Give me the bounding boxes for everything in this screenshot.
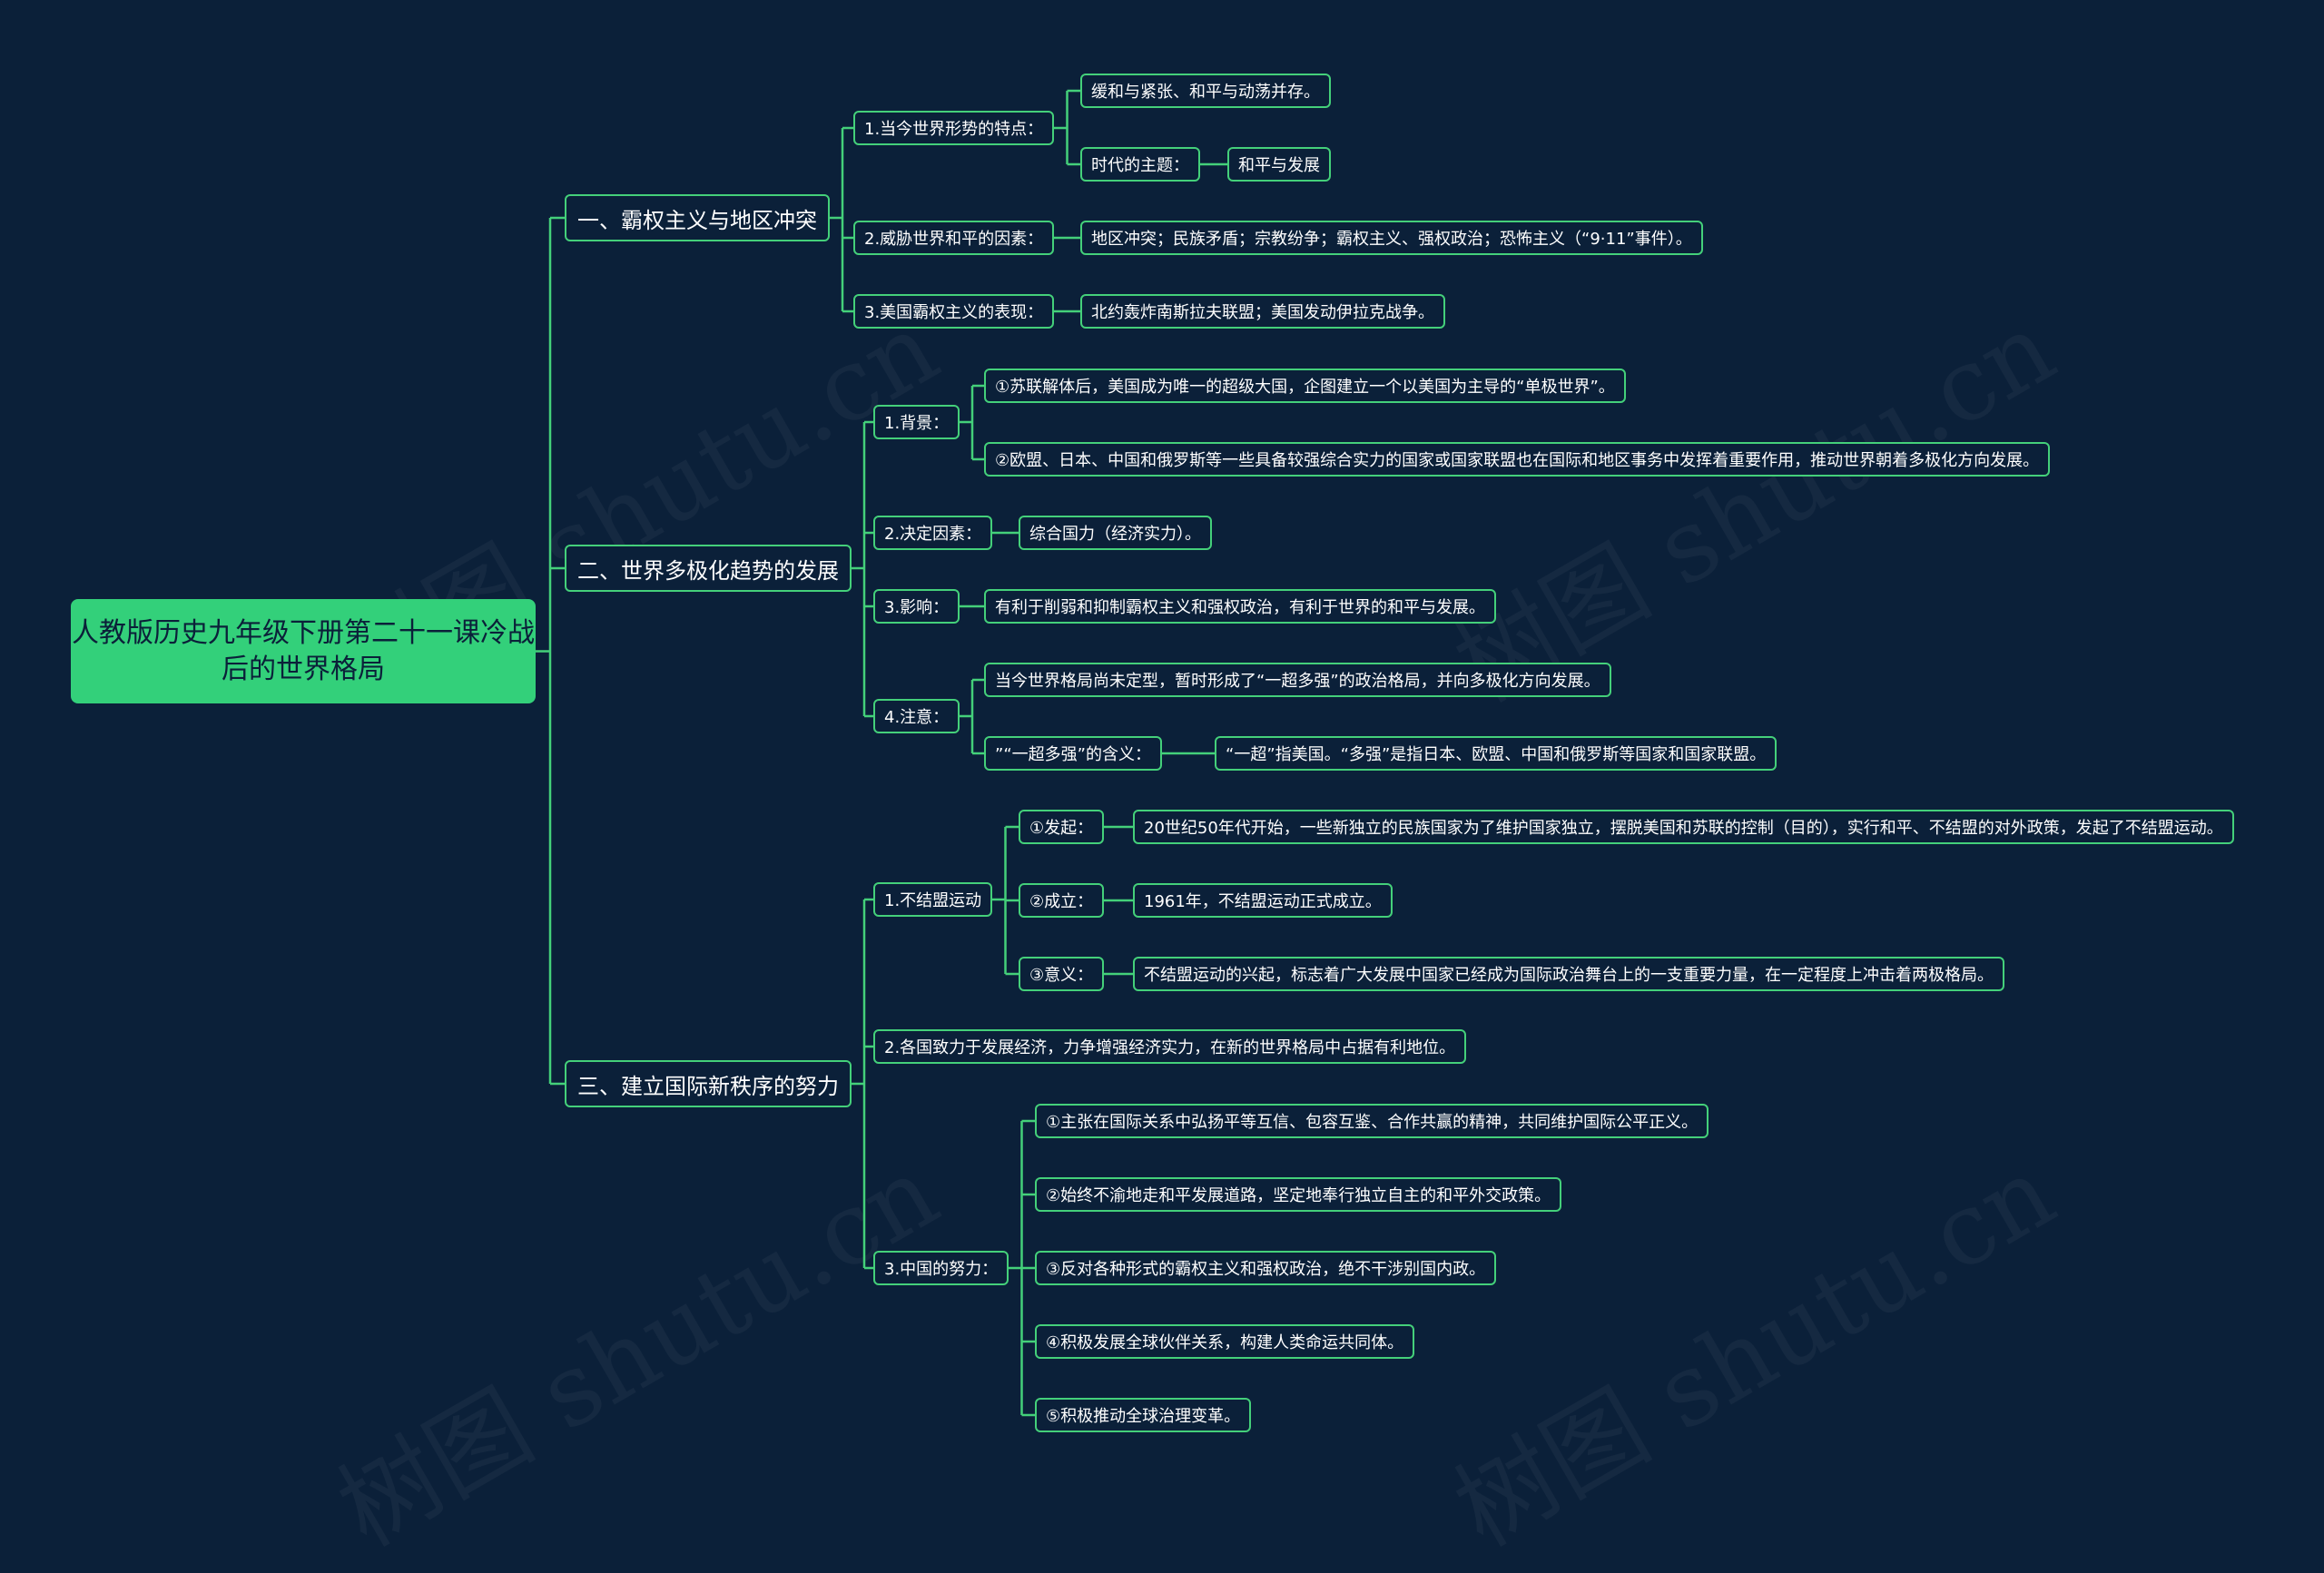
leaf-china-effort-5[interactable]: ⑤积极推动全球治理变革。 [1035,1398,1252,1432]
mindmap-canvas: 树图 shutu.cn 树图 shutu.cn 树图 shutu.cn 树图 s… [0,0,2324,1568]
connector-b1c0 [960,384,984,461]
connector-b0c0 [1054,89,1080,166]
leaf-significance-text[interactable]: 不结盟运动的兴起，标志着广大发展中国家已经成为国际政治舞台上的一支重要力量，在一… [1133,957,2004,991]
root-topic[interactable]: 人教版历史九年级下册第二十一课冷战后的世界格局 [71,599,536,703]
leaf-initiation-text[interactable]: 20世纪50年代开始，一些新独立的民族国家为了维护国家独立，摆脱美国和苏联的控制… [1133,810,2234,844]
topic-us-hegemony[interactable]: 3.美国霸权主义的表现： [853,294,1055,329]
leaf-china-effort-4[interactable]: ④积极发展全球伙伴关系，构建人类命运共同体。 [1035,1324,1415,1359]
topic-china-efforts[interactable]: 3.中国的努力： [873,1251,1009,1285]
leaf-china-effort-2[interactable]: ②始终不渝地走和平发展道路，坚定地奉行独立自主的和平外交政策。 [1035,1177,1562,1212]
leaf-nato-iraq[interactable]: 北约轰炸南斯拉夫联盟；美国发动伊拉克战争。 [1080,294,1445,329]
leaf-detente-tension[interactable]: 缓和与紧张、和平与动荡并存。 [1080,74,1331,108]
leaf-ussr-collapse[interactable]: ①苏联解体后，美国成为唯一的超级大国，企图建立一个以美国为主导的“单极世界”。 [984,369,1626,403]
leaf-national-strength[interactable]: 综合国力（经济实力）。 [1019,516,1212,550]
leaf-establishment-text[interactable]: 1961年，不结盟运动正式成立。 [1133,883,1393,918]
leaf-peace-development[interactable]: 和平与发展 [1227,147,1331,182]
connector-b2 [852,898,873,1270]
connector-n-root [536,216,565,1086]
connector-b0 [830,126,853,313]
leaf-one-super-definition[interactable]: “一超”指美国。“多强”是指日本、欧盟、中国和俄罗斯等国家和国家联盟。 [1215,736,1777,771]
connector-b1 [852,420,873,718]
leaf-china-effort-3[interactable]: ③反对各种形式的霸权主义和强权政治，绝不干涉别国内政。 [1035,1251,1497,1285]
topic-note[interactable]: 4.注意： [873,699,960,733]
connector-b2c0 [992,825,1019,976]
leaf-multipolar-powers[interactable]: ②欧盟、日本、中国和俄罗斯等一些具备较强综合实力的国家或国家联盟也在国际和地区事… [984,442,2051,477]
topic-significance[interactable]: ③意义： [1019,957,1105,991]
topic-non-aligned[interactable]: 1.不结盟运动 [873,882,993,917]
topic-decisive-factor[interactable]: 2.决定因素： [873,516,993,550]
topic-era-theme[interactable]: 时代的主题： [1080,147,1200,182]
topic-initiation[interactable]: ①发起： [1019,810,1105,844]
branch-hegemony-conflict[interactable]: 一、霸权主义与地区冲突 [565,194,830,241]
topic-world-situation[interactable]: 1.当今世界形势的特点： [853,111,1055,145]
leaf-world-pattern[interactable]: 当今世界格局尚未定型，暂时形成了“一超多强”的政治格局，并向多极化方向发展。 [984,663,1611,697]
topic-economic-development[interactable]: 2.各国致力于发展经济，力争增强经济实力，在新的世界格局中占据有利地位。 [873,1029,1467,1064]
connector-b1c3 [960,678,984,755]
leaf-impact-text[interactable]: 有利于削弱和抑制霸权主义和强权政治，有利于世界的和平与发展。 [984,589,1496,624]
branch-new-order[interactable]: 三、建立国际新秩序的努力 [565,1060,852,1107]
topic-threat-factors[interactable]: 2.威胁世界和平的因素： [853,221,1055,255]
topic-establishment[interactable]: ②成立： [1019,883,1105,918]
leaf-threat-list[interactable]: 地区冲突；民族矛盾；宗教纷争；霸权主义、强权政治；恐怖主义（“9·11”事件）。 [1080,221,1703,255]
branch-multipolarity[interactable]: 二、世界多极化趋势的发展 [565,545,852,592]
topic-background[interactable]: 1.背景： [873,405,960,439]
topic-one-super-meaning[interactable]: ”“一超多强”的含义： [984,736,1162,771]
topic-impact[interactable]: 3.影响： [873,589,960,624]
leaf-china-effort-1[interactable]: ①主张在国际关系中弘扬平等互信、包容互鉴、合作共赢的精神，共同维护国际公平正义。 [1035,1104,1709,1138]
connector-b2c2 [1009,1119,1035,1417]
